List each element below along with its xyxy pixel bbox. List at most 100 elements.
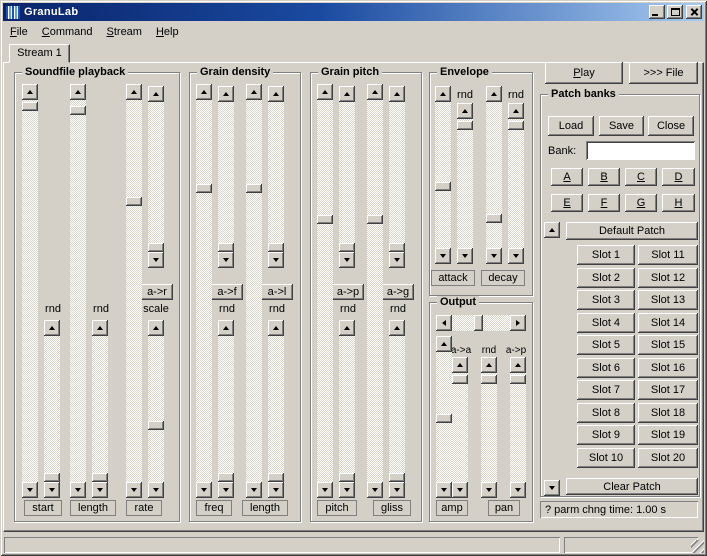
clear-patch-button[interactable]: Clear Patch bbox=[566, 478, 698, 495]
slot-button[interactable]: Slot 1 bbox=[577, 245, 635, 265]
slider-gp-gliss-main[interactable] bbox=[367, 84, 383, 498]
map-amp-to-grainlength-button[interactable]: a->l bbox=[261, 284, 293, 300]
scroll-down-button[interactable] bbox=[367, 482, 383, 498]
slot-button[interactable]: Slot 19 bbox=[638, 425, 698, 445]
slider-track[interactable] bbox=[339, 336, 355, 482]
scroll-down-button[interactable] bbox=[70, 482, 86, 498]
patch-scroll-up-button[interactable] bbox=[544, 222, 560, 238]
scroll-down-button[interactable] bbox=[457, 248, 473, 264]
scroll-up-button[interactable] bbox=[268, 86, 284, 102]
scroll-up-button[interactable] bbox=[268, 320, 284, 336]
slider-track[interactable] bbox=[268, 336, 284, 482]
bank-b-button[interactable]: B bbox=[588, 168, 620, 186]
slot-button[interactable]: Slot 2 bbox=[577, 268, 635, 288]
slider-thumb[interactable] bbox=[457, 121, 473, 130]
scroll-down-button[interactable] bbox=[44, 482, 60, 498]
slider-track[interactable] bbox=[510, 373, 526, 482]
load-button[interactable]: Load bbox=[548, 116, 594, 136]
menu-command[interactable]: Command bbox=[35, 23, 100, 41]
menu-file[interactable]: File bbox=[3, 23, 35, 41]
scroll-down-button[interactable] bbox=[317, 482, 333, 498]
scroll-down-button[interactable] bbox=[481, 482, 497, 498]
scroll-up-button[interactable] bbox=[457, 103, 473, 119]
scroll-down-button[interactable] bbox=[339, 482, 355, 498]
window-close-button[interactable] bbox=[686, 5, 702, 19]
slider-gp-pitch-map[interactable] bbox=[339, 86, 355, 268]
slot-button[interactable]: Slot 5 bbox=[577, 335, 635, 355]
slider-thumb[interactable] bbox=[339, 473, 355, 482]
slider-thumb[interactable] bbox=[435, 182, 451, 191]
slider-track[interactable] bbox=[317, 100, 333, 482]
map-amp-to-freq-button[interactable]: a->f bbox=[211, 284, 243, 300]
slider-thumb[interactable] bbox=[196, 184, 212, 193]
bank-e-button[interactable]: E bbox=[551, 194, 583, 212]
slider-track[interactable] bbox=[508, 119, 524, 248]
slider-thumb[interactable] bbox=[22, 102, 38, 111]
scroll-left-button[interactable] bbox=[436, 315, 452, 331]
scroll-up-button[interactable] bbox=[148, 320, 164, 336]
slider-track[interactable] bbox=[486, 102, 502, 248]
slider-out-amp-map[interactable] bbox=[452, 357, 468, 498]
slider-sf-rate-main[interactable] bbox=[126, 84, 142, 498]
slot-button[interactable]: Slot 3 bbox=[577, 290, 635, 310]
slider-out-pan[interactable] bbox=[436, 315, 526, 331]
slider-track[interactable] bbox=[196, 100, 212, 482]
slider-track[interactable] bbox=[436, 352, 452, 482]
scroll-up-button[interactable] bbox=[452, 357, 468, 373]
menu-help[interactable]: Help bbox=[149, 23, 186, 41]
scroll-up-button[interactable] bbox=[389, 320, 405, 336]
patch-scroll-down-button[interactable] bbox=[544, 480, 560, 496]
slot-button[interactable]: Slot 17 bbox=[638, 380, 698, 400]
scroll-down-button[interactable] bbox=[148, 252, 164, 268]
scroll-down-button[interactable] bbox=[436, 482, 452, 498]
slider-thumb[interactable] bbox=[268, 473, 284, 482]
scroll-up-button[interactable] bbox=[435, 86, 451, 102]
slider-track[interactable] bbox=[452, 373, 468, 482]
slider-env-attack-rnd[interactable] bbox=[457, 103, 473, 264]
slider-sf-start-main[interactable] bbox=[22, 84, 38, 498]
scroll-up-button[interactable] bbox=[317, 84, 333, 100]
slot-button[interactable]: Slot 9 bbox=[577, 425, 635, 445]
slot-button[interactable]: Slot 18 bbox=[638, 403, 698, 423]
scroll-down-button[interactable] bbox=[452, 482, 468, 498]
slider-track[interactable] bbox=[435, 102, 451, 248]
slider-thumb[interactable] bbox=[246, 184, 262, 193]
slider-sf-rate-map[interactable] bbox=[148, 86, 164, 268]
scroll-down-button[interactable] bbox=[268, 482, 284, 498]
slider-gd-length-main[interactable] bbox=[246, 84, 262, 498]
slot-button[interactable]: Slot 15 bbox=[638, 335, 698, 355]
maximize-button[interactable] bbox=[667, 5, 683, 19]
scroll-up-button[interactable] bbox=[44, 320, 60, 336]
scroll-up-button[interactable] bbox=[126, 84, 142, 100]
slider-gd-freq-rnd[interactable] bbox=[218, 320, 234, 498]
slot-button[interactable]: Slot 12 bbox=[638, 268, 698, 288]
scroll-down-button[interactable] bbox=[148, 482, 164, 498]
slider-track[interactable] bbox=[126, 100, 142, 482]
slider-sf-length-rnd[interactable] bbox=[92, 320, 108, 498]
bank-f-button[interactable]: F bbox=[588, 194, 620, 212]
slider-gd-freq-map[interactable] bbox=[218, 86, 234, 268]
map-amp-to-pitch-button[interactable]: a->p bbox=[332, 284, 364, 300]
slider-thumb[interactable] bbox=[436, 414, 452, 423]
slider-track[interactable] bbox=[22, 100, 38, 482]
scroll-down-button[interactable] bbox=[510, 482, 526, 498]
bank-c-button[interactable]: C bbox=[625, 168, 657, 186]
map-amp-to-gliss-button[interactable]: a->g bbox=[382, 284, 414, 300]
scroll-up-button[interactable] bbox=[508, 103, 524, 119]
slider-track[interactable] bbox=[70, 100, 86, 482]
scroll-up-button[interactable] bbox=[339, 86, 355, 102]
close-button[interactable]: Close bbox=[648, 116, 694, 136]
slider-thumb[interactable] bbox=[148, 421, 164, 430]
slider-gp-gliss-rnd[interactable] bbox=[389, 320, 405, 498]
slot-button[interactable]: Slot 11 bbox=[638, 245, 698, 265]
scroll-up-button[interactable] bbox=[218, 320, 234, 336]
scroll-down-button[interactable] bbox=[196, 482, 212, 498]
slider-track[interactable] bbox=[389, 336, 405, 482]
scroll-up-button[interactable] bbox=[148, 86, 164, 102]
slider-thumb[interactable] bbox=[452, 375, 468, 384]
scroll-down-button[interactable] bbox=[339, 252, 355, 268]
slider-thumb[interactable] bbox=[389, 473, 405, 482]
scroll-down-button[interactable] bbox=[22, 482, 38, 498]
scroll-up-button[interactable] bbox=[70, 84, 86, 100]
slider-thumb[interactable] bbox=[474, 315, 483, 331]
